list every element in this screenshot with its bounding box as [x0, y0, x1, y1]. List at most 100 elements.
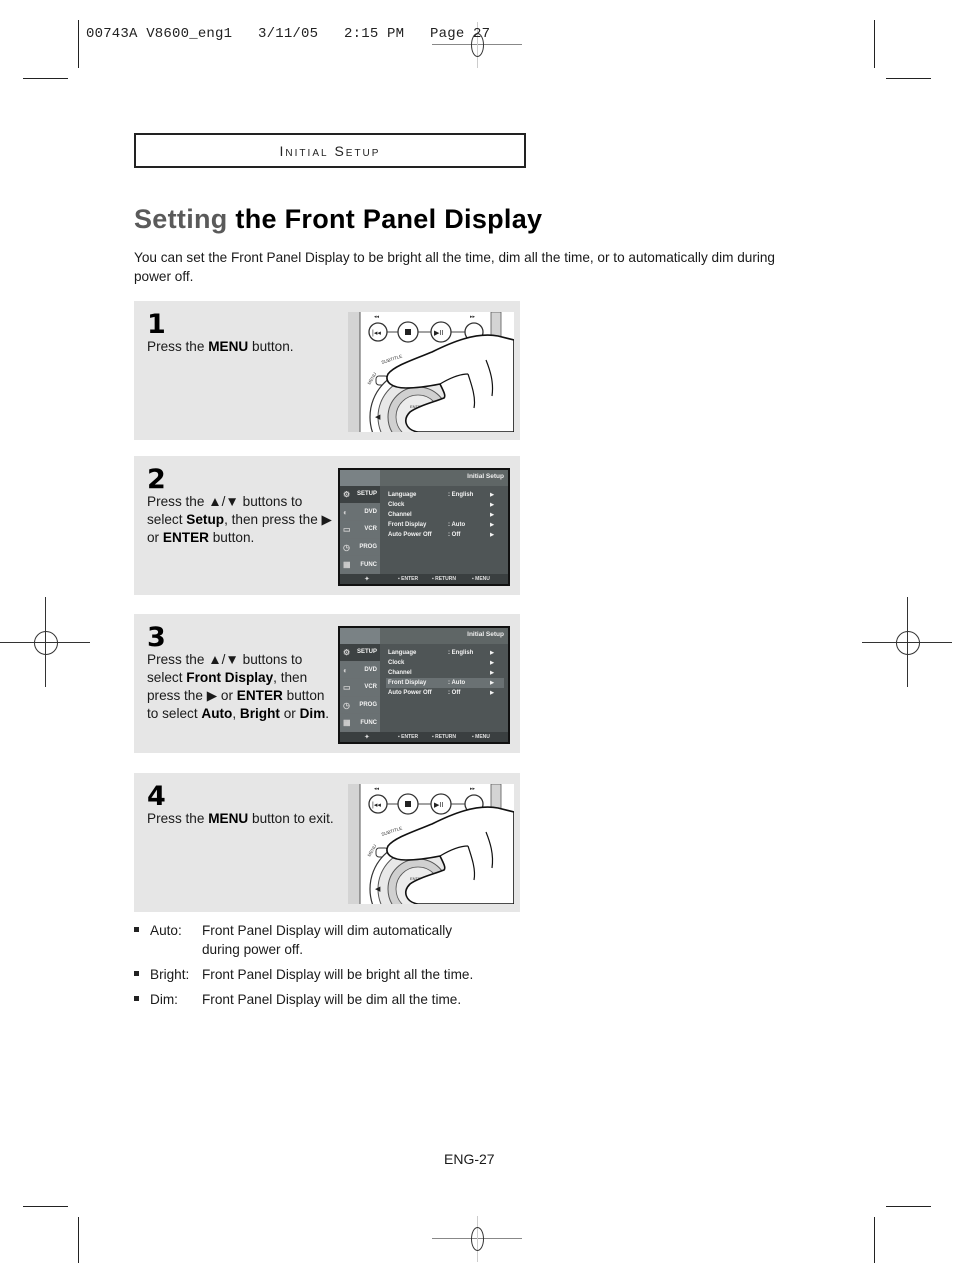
step-instruction: Press the ▲/▼ buttons to select Front Di…: [147, 651, 337, 723]
page-number: ENG-27: [444, 1151, 495, 1167]
page-title-rest: the Front Panel Display: [227, 204, 543, 234]
menu-header: Initial Setup: [340, 470, 508, 486]
registration-mark: [0, 597, 90, 687]
registration-mark: [432, 1216, 522, 1262]
bullet-icon: [134, 971, 139, 976]
section-header-label: Initial Setup: [279, 142, 381, 159]
menu-options: Language : English ▶ Clock ▶ Channel ▶ F…: [386, 490, 504, 540]
menu-tab-dvd: ◐ DVD: [340, 661, 380, 680]
navigation-icon: ✦: [364, 734, 370, 741]
menu-row: Channel ▶: [386, 668, 504, 678]
menu-row: Front Display : Auto ▶: [386, 520, 504, 530]
crop-mark: [886, 78, 931, 79]
menu-tab-func: ▦ FUNC: [340, 556, 380, 574]
print-slug: 00743A V8600_eng1 3/11/05 2:15 PM Page 2…: [86, 26, 491, 42]
emphasis-text: ENTER: [236, 688, 283, 703]
clock-icon: ◷: [343, 542, 350, 552]
menu-screen: Initial Setup ⚙ SETUP ◐ DVD ▭ VCR ◷ PROG…: [338, 626, 510, 744]
menu-row: Channel ▶: [386, 510, 504, 520]
right-arrow-icon: ▶: [490, 680, 494, 686]
gear-icon: ⚙: [343, 490, 351, 499]
instruction-text: ,: [232, 706, 240, 721]
menu-row-label: Auto Power Off: [388, 690, 432, 696]
crop-mark: [23, 1206, 68, 1207]
menu-sidebar: ⚙ SETUP ◐ DVD ▭ VCR ◷ PROG ▦ FUNC: [340, 644, 380, 732]
page-title: Setting the Front Panel Display: [134, 204, 542, 235]
crop-mark: [78, 1217, 79, 1263]
menu-tab-vcr: ▭ VCR: [340, 679, 380, 697]
bullet-icon: [134, 927, 139, 932]
right-arrow-icon: ▶: [490, 502, 494, 508]
step-number: 3: [147, 622, 166, 653]
menu-row-label: Front Display: [388, 522, 427, 528]
menu-tab-label: PROG: [359, 544, 377, 551]
note-term: Bright:: [150, 967, 190, 982]
menu-row-label: Language: [388, 492, 417, 498]
menu-hint: ▪ MENU: [472, 576, 490, 582]
remote-illustration: ◂◂ ▸▸ |◂◂ ▶II SUBTITLE MENU ENTER ◀ ▶: [348, 784, 514, 904]
menu-row-label: Clock: [388, 660, 405, 666]
menu-header: Initial Setup: [340, 628, 508, 644]
right-arrow-icon: ▶: [490, 670, 494, 676]
remote-illustration: ◂◂ ▸▸ |◂◂ ▶II SUBTITLE MENU ENTER ◀ ▶: [348, 312, 514, 432]
note-item: Auto: Front Panel Display will dim autom…: [134, 921, 554, 959]
stop-button: [397, 793, 419, 815]
instruction-text: Press the: [147, 339, 209, 354]
step-number: 1: [147, 309, 166, 340]
instruction-text: button.: [248, 339, 294, 354]
note-term: Dim:: [150, 992, 178, 1007]
menu-options: Language : English ▶ Clock ▶ Channel ▶ F…: [386, 648, 504, 698]
menu-row: Language : English ▶: [386, 490, 504, 500]
menu-row-value: : Auto: [448, 522, 466, 528]
menu-row: Front Display : Auto ▶: [386, 678, 504, 688]
menu-footer: ✦ ▪ ENTER ▪ RETURN ▪ MENU: [340, 732, 508, 742]
navigation-icon: ✦: [364, 576, 370, 583]
page-title-highlight: Setting: [134, 204, 228, 234]
menu-footer: ✦ ▪ ENTER ▪ RETURN ▪ MENU: [340, 574, 508, 584]
left-arrow-icon: ◀: [375, 886, 381, 893]
instruction-text: button to exit.: [248, 811, 334, 826]
menu-sidebar: ⚙ SETUP ◐ DVD ▭ VCR ◷ PROG ▦ FUNC: [340, 486, 380, 574]
emphasis-text: Dim: [299, 706, 326, 721]
play-pause-button: ▶II: [430, 321, 452, 343]
skip-back-button: |◂◂: [368, 322, 388, 342]
skip-back-button: |◂◂: [368, 794, 388, 814]
rewind-label: ◂◂: [374, 786, 380, 792]
note-term: Auto:: [150, 923, 182, 938]
emphasis-text: Auto: [201, 706, 233, 721]
intro-paragraph: You can set the Front Panel Display to b…: [134, 250, 775, 284]
menu-row-value: : Off: [448, 690, 461, 696]
menu-row-label: Front Display: [388, 680, 427, 686]
right-arrow-icon: ▶: [490, 522, 494, 528]
menu-screen: Initial Setup ⚙ SETUP ◐ DVD ▭ VCR ◷ PROG…: [338, 468, 510, 586]
menu-tab-prog: ◷ PROG: [340, 696, 380, 715]
registration-mark: [862, 597, 952, 687]
menu-row: Clock ▶: [386, 500, 504, 510]
step-2: 2 Press the ▲/▼ buttons to select Setup,…: [134, 456, 520, 595]
stop-button: [397, 321, 419, 343]
menu-row-label: Channel: [388, 670, 412, 676]
menu-row-label: Clock: [388, 502, 405, 508]
menu-tab-label: FUNC: [360, 561, 377, 568]
menu-row: Auto Power Off : Off ▶: [386, 530, 504, 540]
right-arrow-icon: ▶: [490, 532, 494, 538]
right-arrow-icon: ▶: [490, 690, 494, 696]
menu-row-value: : English: [448, 492, 474, 498]
crop-mark: [886, 1206, 931, 1207]
function-icon: ▦: [343, 718, 351, 728]
menu-tab-func: ▦ FUNC: [340, 714, 380, 732]
instruction-text: or: [279, 706, 300, 721]
tape-icon: ▭: [343, 683, 351, 693]
return-hint: ▪ RETURN: [432, 576, 456, 582]
right-arrow-icon: ▶: [490, 650, 494, 656]
menu-row-value: : Auto: [448, 680, 466, 686]
function-icon: ▦: [343, 560, 351, 570]
crop-mark: [874, 20, 875, 68]
bullet-icon: [134, 996, 139, 1001]
step-number: 2: [147, 464, 166, 495]
crop-mark: [78, 20, 79, 68]
menu-row: Language : English ▶: [386, 648, 504, 658]
step-1: 1 Press the MENU button. ◂◂ ▸▸ |◂◂ ▶II S…: [134, 301, 520, 440]
menu-row: Auto Power Off : Off ▶: [386, 688, 504, 698]
section-header: Initial Setup: [134, 133, 526, 168]
